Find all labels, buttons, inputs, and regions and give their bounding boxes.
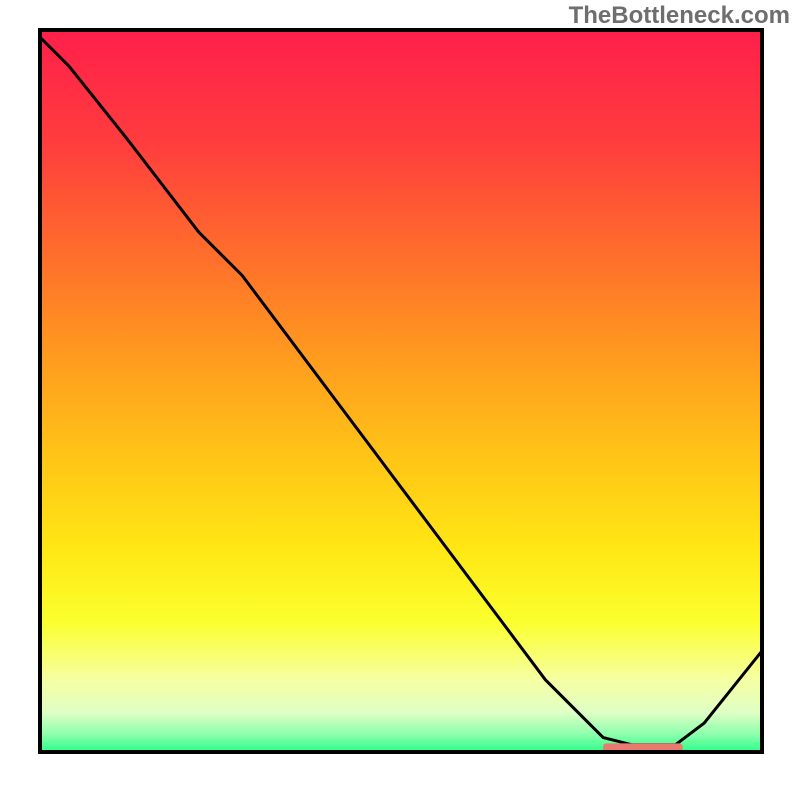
plot-background — [40, 30, 762, 752]
chart-root: TheBottleneck.com — [0, 0, 800, 800]
chart-svg — [0, 0, 800, 800]
